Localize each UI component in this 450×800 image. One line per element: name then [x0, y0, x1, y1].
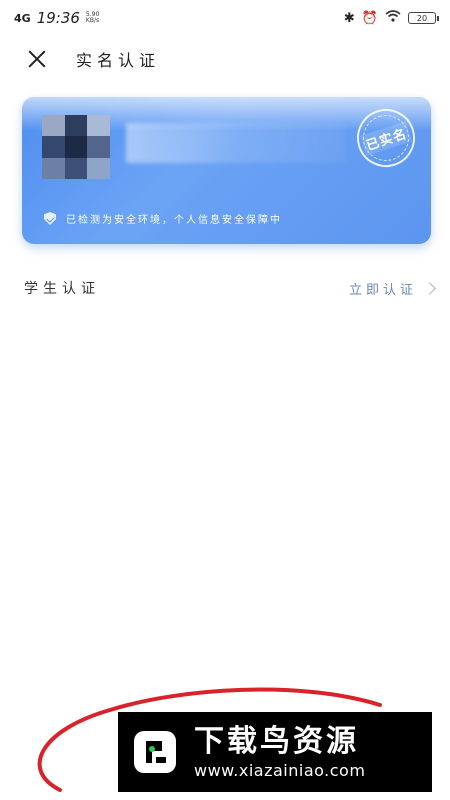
chevron-right-icon	[423, 281, 436, 295]
watermark: 下载鸟资源 www.xiazainiao.com	[118, 712, 432, 792]
close-icon[interactable]	[26, 48, 48, 70]
watermark-text: 下载鸟资源 www.xiazainiao.com	[194, 723, 366, 780]
clock: 19:36	[36, 9, 80, 27]
alarm-icon: ⏰	[361, 10, 378, 26]
network-indicator: 4G	[14, 11, 31, 25]
avatar	[42, 115, 110, 179]
status-left: 4G 19:36 5.90 KB/s	[14, 9, 102, 27]
bluetooth-icon: ✱	[343, 10, 355, 26]
verify-now-link[interactable]: 立即认证	[348, 279, 436, 298]
watermark-title: 下载鸟资源	[194, 723, 359, 759]
identity-card: 已实名 已检测为安全环境，个人信息安全保障中	[22, 97, 431, 244]
secure-text: 已检测为安全环境，个人信息安全保障中	[66, 215, 282, 226]
secure-notice: 已检测为安全环境，个人信息安全保障中	[44, 211, 282, 226]
status-right: ✱ ⏰ 20	[343, 10, 439, 26]
student-verification-row[interactable]: 学生认证 立即认证	[24, 272, 436, 304]
network-speed: 5.90 KB/s	[85, 11, 100, 24]
blurred-name	[126, 123, 346, 163]
watermark-url: www.xiazainiao.com	[194, 760, 366, 780]
battery-icon: 20	[408, 12, 439, 24]
stamp-text: 已实名	[359, 120, 413, 156]
status-bar: 4G 19:36 5.90 KB/s ✱ ⏰ 20	[0, 0, 450, 36]
shield-icon	[44, 212, 56, 225]
wifi-icon	[385, 10, 401, 26]
verify-now-label: 立即认证	[348, 282, 417, 298]
student-label: 学生认证	[24, 281, 100, 297]
bird-logo-icon	[130, 727, 180, 777]
page-title: 实名认证	[76, 51, 161, 70]
header: 实名认证	[0, 36, 450, 82]
